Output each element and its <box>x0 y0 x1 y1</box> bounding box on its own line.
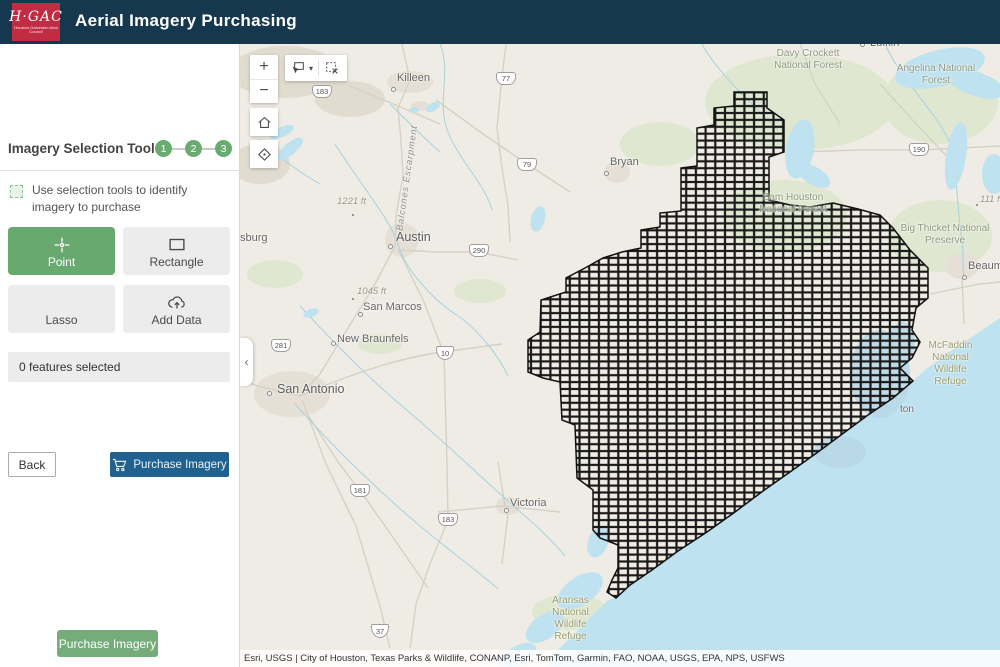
purchase-imagery-label: Purchase Imagery <box>133 459 226 471</box>
city-label-beaumont: Beaumont <box>968 260 1000 272</box>
features-selected-status: 0 features selected <box>8 352 230 382</box>
chevron-left-icon: ‹ <box>245 355 249 369</box>
elevation-marker <box>352 214 354 216</box>
cart-icon <box>112 458 127 472</box>
city-label-austin: Austin <box>396 230 431 244</box>
panel-title-row: Imagery Selection Tool 1 2 3 <box>8 140 232 157</box>
city-label-bryan: Bryan <box>610 156 639 168</box>
add-data-label: Add Data <box>151 313 201 327</box>
cloud-upload-icon <box>166 292 188 314</box>
panel-title: Imagery Selection Tool <box>8 141 155 156</box>
area-label-sam-houston: Sam Houston National Forest <box>747 192 839 216</box>
selection-toolbar: ▾ <box>285 55 347 81</box>
select-tool-button[interactable] <box>290 60 306 76</box>
clear-selection-button[interactable] <box>324 60 340 76</box>
city-label-new-braunfels: New Braunfels <box>337 333 409 345</box>
locate-control <box>250 140 278 168</box>
rectangle-icon <box>166 234 188 256</box>
back-button[interactable]: Back <box>8 452 56 477</box>
marquee-select-icon <box>10 185 23 198</box>
crosshair-icon <box>51 234 73 256</box>
page-title: Aerial Imagery Purchasing <box>75 11 297 31</box>
logo-acronym: H·GAC <box>9 10 63 24</box>
aerial-imagery-purchasing-app: H·GAC Houston-Galveston Area Council Aer… <box>0 0 1000 667</box>
highway-shield-77: 77 <box>496 72 516 85</box>
home-extent-control <box>250 108 278 136</box>
city-label-lufkin: Lufkin <box>870 44 899 49</box>
city-marker <box>504 508 509 513</box>
purchase-imagery-button[interactable]: Purchase Imagery <box>110 452 229 477</box>
toolbar-divider <box>318 60 319 76</box>
highway-shield-183-south: 183 <box>438 513 458 526</box>
elevation-marker <box>352 298 354 300</box>
city-marker <box>604 171 609 176</box>
city-label-killeen: Killeen <box>397 72 430 84</box>
area-label-mcfaddin: McFaddin National Wildlife Refuge <box>927 340 974 388</box>
city-marker <box>962 275 967 280</box>
highway-shield-290: 290 <box>469 244 489 257</box>
city-label-victoria: Victoria <box>510 497 546 509</box>
purchase-imagery-bottom-button[interactable]: Purchase Imagery <box>57 630 158 657</box>
point-tool-label: Point <box>48 255 75 269</box>
panel-collapse-tab[interactable]: ‹ <box>240 338 253 386</box>
hgac-logo: H·GAC Houston-Galveston Area Council <box>12 3 60 41</box>
city-marker <box>388 244 393 249</box>
step-indicator: 1 2 3 <box>155 140 232 157</box>
point-tool-button[interactable]: Point <box>8 227 115 275</box>
locate-button[interactable] <box>250 140 278 168</box>
instruction-text: Use selection tools to identify imagery … <box>32 182 228 217</box>
city-label-galveston-fragment: ton <box>900 404 914 415</box>
area-label-big-thicket: Big Thicket National Preserve <box>899 223 991 247</box>
select-rectangle-icon <box>290 60 306 76</box>
lasso-tool-button[interactable]: Lasso <box>8 285 115 333</box>
instruction-block: Use selection tools to identify imagery … <box>10 182 228 217</box>
select-tool-dropdown-caret[interactable]: ▾ <box>309 64 313 73</box>
step-1-badge: 1 <box>155 140 172 157</box>
clear-selection-icon <box>324 60 340 76</box>
add-data-button[interactable]: Add Data <box>123 285 230 333</box>
city-label-san-antonio: San Antonio <box>277 382 344 396</box>
step-3-badge: 3 <box>215 140 232 157</box>
home-icon <box>256 114 273 131</box>
highway-shield-190: 190 <box>909 143 929 156</box>
highway-shield-181: 181 <box>350 484 370 497</box>
rectangle-tool-label: Rectangle <box>149 255 203 269</box>
city-marker <box>391 87 396 92</box>
elevation-label-1045: 1045 ft <box>357 286 386 297</box>
rectangle-tool-button[interactable]: Rectangle <box>123 227 230 275</box>
map-attribution: Esri, USGS | City of Houston, Texas Park… <box>240 650 1000 667</box>
city-marker <box>331 341 336 346</box>
area-label-aransas: Aransas National Wildlife Refuge <box>547 595 594 643</box>
city-label-fredericksburg-fragment: sburg <box>240 232 268 244</box>
step-2-badge: 2 <box>185 140 202 157</box>
highway-shield-79: 79 <box>517 158 537 171</box>
imagery-tile-grid-overlay[interactable] <box>240 44 1000 667</box>
elevation-label-1221: 1221 ft <box>337 196 366 207</box>
logo-subtext: Houston-Galveston Area Council <box>12 26 60 35</box>
zoom-in-button[interactable]: + <box>250 55 278 80</box>
highway-shield-183: 183 <box>312 85 332 98</box>
area-label-angelina: Angelina National Forest <box>890 63 982 87</box>
city-marker <box>267 391 272 396</box>
selection-tool-panel: Imagery Selection Tool 1 2 3 Use selecti… <box>0 44 240 667</box>
city-marker <box>358 312 363 317</box>
zoom-out-button[interactable]: − <box>250 80 278 104</box>
lasso-tool-label: Lasso <box>45 313 77 327</box>
app-header: H·GAC Houston-Galveston Area Council Aer… <box>0 0 1000 44</box>
step-connector <box>172 148 185 150</box>
highway-shield-281: 281 <box>271 339 291 352</box>
locate-icon <box>256 146 273 163</box>
elevation-marker <box>976 204 978 206</box>
divider <box>0 170 240 171</box>
zoom-control: + − <box>250 55 278 103</box>
home-button[interactable] <box>250 108 278 136</box>
city-label-san-marcos: San Marcos <box>363 301 422 313</box>
elevation-label-111: 111 ft <box>980 194 1000 205</box>
step-connector <box>202 148 215 150</box>
area-label-davy-crockett: Davy Crockett National Forest <box>762 48 854 72</box>
map-canvas[interactable]: Killeen Bryan Austin San Marcos New Brau… <box>240 44 1000 667</box>
